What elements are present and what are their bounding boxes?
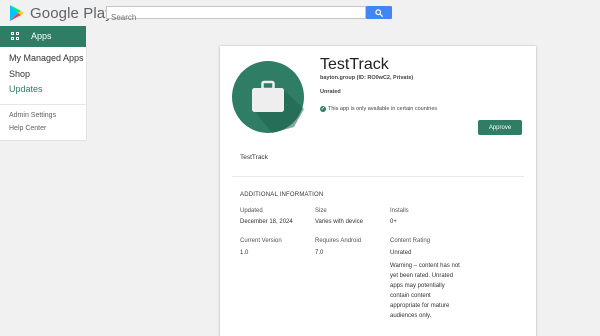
current-version-label: Current Version	[240, 238, 282, 244]
updated-label: Updated	[240, 208, 263, 214]
approve-button[interactable]: Approve	[478, 120, 522, 135]
search-icon	[375, 9, 383, 17]
size-value: Varies with device	[315, 219, 363, 225]
sidebar-divider	[0, 104, 86, 105]
check-icon: ✓	[320, 106, 326, 112]
sidebar-apps-header[interactable]: Apps	[0, 26, 86, 47]
additional-info-heading: ADDITIONAL INFORMATION	[240, 192, 324, 198]
apps-grid-icon	[11, 32, 19, 40]
sidebar-item-admin-settings[interactable]: Admin Settings	[9, 112, 56, 119]
requires-android-value: 7.0	[315, 250, 324, 256]
content-rating-badge: Unrated	[320, 89, 341, 95]
installs-label: Installs	[390, 208, 409, 214]
updated-value: December 18, 2024	[240, 219, 293, 225]
app-detail-card: TestTrack bayton.group (ID: RO0wC2, Priv…	[220, 46, 536, 336]
search-box	[106, 6, 366, 23]
content-rating-label: Content Rating	[390, 238, 431, 244]
sidebar-apps-label: Apps	[31, 31, 52, 41]
play-logo-icon	[10, 5, 24, 21]
search-input[interactable]	[107, 12, 361, 23]
installs-value: 0+	[390, 219, 397, 225]
sidebar-item-my-managed-apps[interactable]: My Managed Apps	[9, 53, 84, 63]
briefcase-icon	[232, 61, 304, 133]
card-divider	[232, 176, 524, 177]
brand-name: Google Play	[30, 5, 113, 22]
requires-android-label: Requires Android	[315, 238, 362, 244]
content-rating-warning: Warning – content has not yet been rated…	[390, 263, 460, 319]
sidebar-item-help-center[interactable]: Help Center	[9, 125, 46, 132]
app-developer[interactable]: bayton.group (ID: RO0wC2, Private)	[320, 75, 413, 81]
size-label: Size	[315, 208, 327, 214]
sidebar-item-shop[interactable]: Shop	[9, 69, 30, 79]
sidebar-panel: My Managed Apps Shop Updates Admin Setti…	[0, 47, 87, 141]
app-description: TestTrack	[240, 154, 268, 161]
google-play-logo[interactable]: Google Play	[10, 4, 120, 22]
search-button[interactable]	[366, 6, 392, 19]
availability-text: This app is only available in certain co…	[328, 106, 438, 112]
current-version-value: 1.0	[240, 250, 249, 256]
content-rating-value: Unrated	[390, 250, 412, 256]
app-title: TestTrack	[320, 56, 389, 73]
top-bar: Google Play	[0, 0, 600, 26]
sidebar-item-updates[interactable]: Updates	[9, 84, 43, 94]
